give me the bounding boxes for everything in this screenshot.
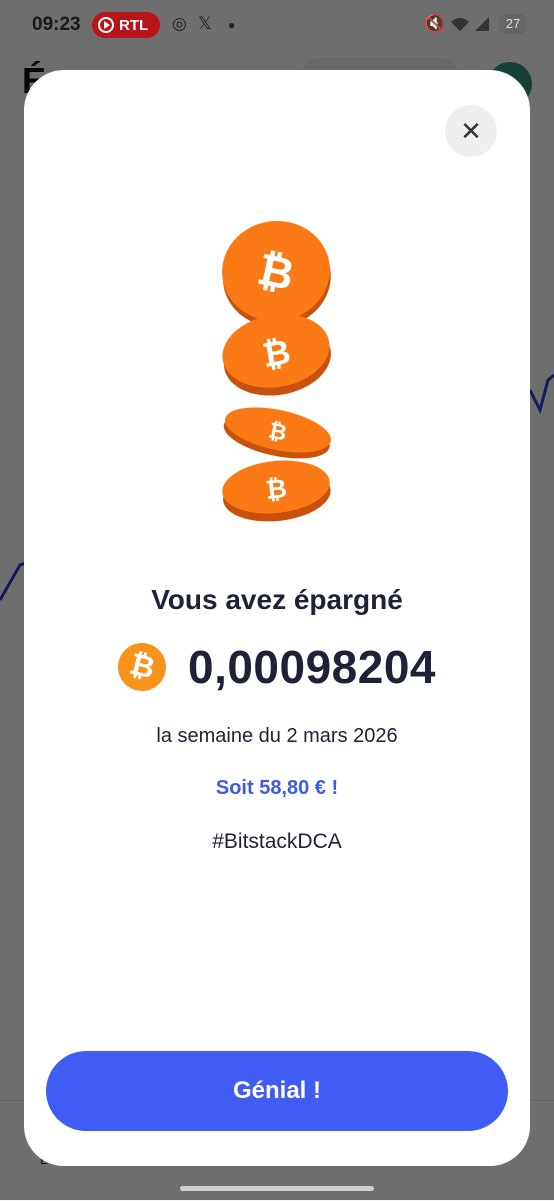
signal-icon	[475, 17, 489, 31]
status-bar: 09:23 RTL ◎ 𝕏 ● 🔇 27	[0, 0, 554, 50]
bitcoin-coin-icon: ₿	[222, 460, 331, 522]
bitcoin-icon: ₿	[112, 637, 172, 697]
status-time: 09:23	[32, 14, 81, 35]
savings-headline: Vous avez épargné	[151, 584, 403, 615]
play-icon	[98, 17, 114, 33]
wifi-icon	[451, 18, 469, 31]
rtl-live-badge[interactable]: RTL	[92, 12, 161, 38]
close-button[interactable]: ✕	[445, 105, 497, 157]
hashtag: #BitstackDCA	[212, 830, 342, 853]
btc-amount: 0,00098204	[187, 641, 437, 693]
fiat-equivalent: Soit 58,80 € !	[215, 777, 339, 799]
falling-bitcoins-illustration: ₿ ₿ ₿ ₿	[222, 220, 331, 522]
close-icon: ✕	[460, 116, 482, 146]
bitcoin-coin-icon: ₿	[223, 407, 331, 459]
x-app-icon: 𝕏	[198, 14, 212, 33]
home-indicator[interactable]	[180, 1186, 374, 1191]
more-notifications-dot-icon: ●	[228, 18, 236, 32]
amount-row: ₿ 0,00098204	[24, 637, 530, 697]
rtl-badge-label: RTL	[119, 16, 149, 34]
genial-button[interactable]: Génial !	[46, 1051, 508, 1131]
savings-modal: ✕ ₿ ₿ ₿ ₿ Vous avez épargné ₿ 0,00098204…	[24, 70, 530, 1166]
app-notification-icon: ◎	[172, 14, 187, 33]
period-text: la semaine du 2 mars 2026	[156, 725, 398, 747]
svg-text:₿: ₿	[264, 474, 288, 506]
battery-indicator: 27	[498, 14, 528, 34]
mute-icon: 🔇	[424, 14, 446, 33]
bitcoin-coin-icon: ₿	[222, 314, 331, 396]
